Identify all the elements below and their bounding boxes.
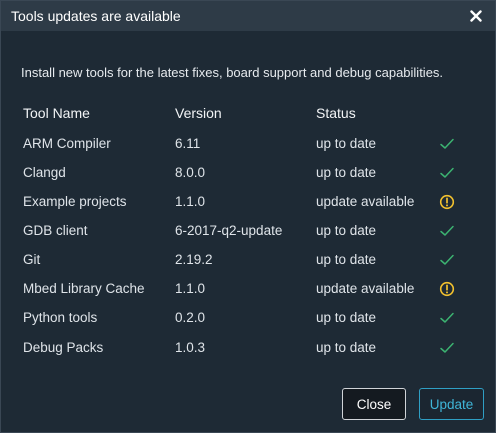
status-cell: up to date — [316, 136, 377, 151]
tool-name-cell: Clangd — [23, 165, 66, 180]
tool-name-cell: ARM Compiler — [23, 136, 111, 151]
table-row: Clangd 8.0.0 up to date — [23, 163, 473, 192]
close-icon[interactable] — [467, 7, 485, 25]
check-icon — [438, 251, 456, 269]
header-tool-name: Tool Name — [23, 105, 90, 121]
version-cell: 1.1.0 — [175, 194, 206, 209]
version-cell: 6-2017-q2-update — [175, 223, 283, 238]
table-row: Example projects 1.1.0 update available — [23, 192, 473, 221]
version-cell: 0.2.0 — [175, 310, 206, 325]
dialog-title: Tools updates are available — [11, 8, 181, 24]
tools-table: Tool Name Version Status ARM Compiler 6.1… — [23, 103, 473, 367]
check-icon — [438, 164, 456, 182]
tool-name-cell: Example projects — [23, 194, 127, 209]
header-status: Status — [316, 105, 356, 121]
tools-update-dialog: Tools updates are available Install new … — [0, 0, 496, 433]
version-cell: 2.19.2 — [175, 252, 213, 267]
status-cell: up to date — [316, 165, 377, 180]
version-cell: 1.1.0 — [175, 281, 206, 296]
check-icon — [438, 135, 456, 153]
check-icon — [438, 309, 456, 327]
version-cell: 6.11 — [175, 136, 201, 151]
update-button[interactable]: Update — [419, 388, 484, 420]
tool-name-cell: Git — [23, 252, 41, 267]
version-cell: 8.0.0 — [175, 165, 206, 180]
tool-name-cell: Debug Packs — [23, 340, 104, 355]
table-header: Tool Name Version Status — [23, 103, 473, 134]
status-cell: update available — [316, 194, 415, 209]
tool-name-cell: Mbed Library Cache — [23, 281, 145, 296]
table-row: Git 2.19.2 up to date — [23, 250, 473, 279]
warning-icon — [438, 193, 456, 211]
header-version: Version — [175, 105, 222, 121]
status-cell: up to date — [316, 310, 377, 325]
tool-name-cell: Python tools — [23, 310, 98, 325]
status-cell: up to date — [316, 223, 377, 238]
status-cell: up to date — [316, 252, 377, 267]
close-button[interactable]: Close — [342, 388, 406, 420]
check-icon — [438, 222, 456, 240]
table-row: GDB client 6-2017-q2-update up to date — [23, 221, 473, 250]
dialog-intro-text: Install new tools for the latest fixes, … — [21, 65, 444, 80]
table-row: ARM Compiler 6.11 up to date — [23, 134, 473, 163]
check-icon — [438, 339, 456, 357]
tool-name-cell: GDB client — [23, 223, 88, 238]
table-row: Debug Packs 1.0.3 up to date — [23, 338, 473, 367]
table-row: Mbed Library Cache 1.1.0 update available — [23, 279, 473, 308]
version-cell: 1.0.3 — [175, 340, 206, 355]
dialog-titlebar: Tools updates are available — [1, 1, 495, 31]
warning-icon — [438, 280, 456, 298]
table-row: Python tools 0.2.0 up to date — [23, 308, 473, 337]
status-cell: up to date — [316, 340, 377, 355]
status-cell: update available — [316, 281, 415, 296]
